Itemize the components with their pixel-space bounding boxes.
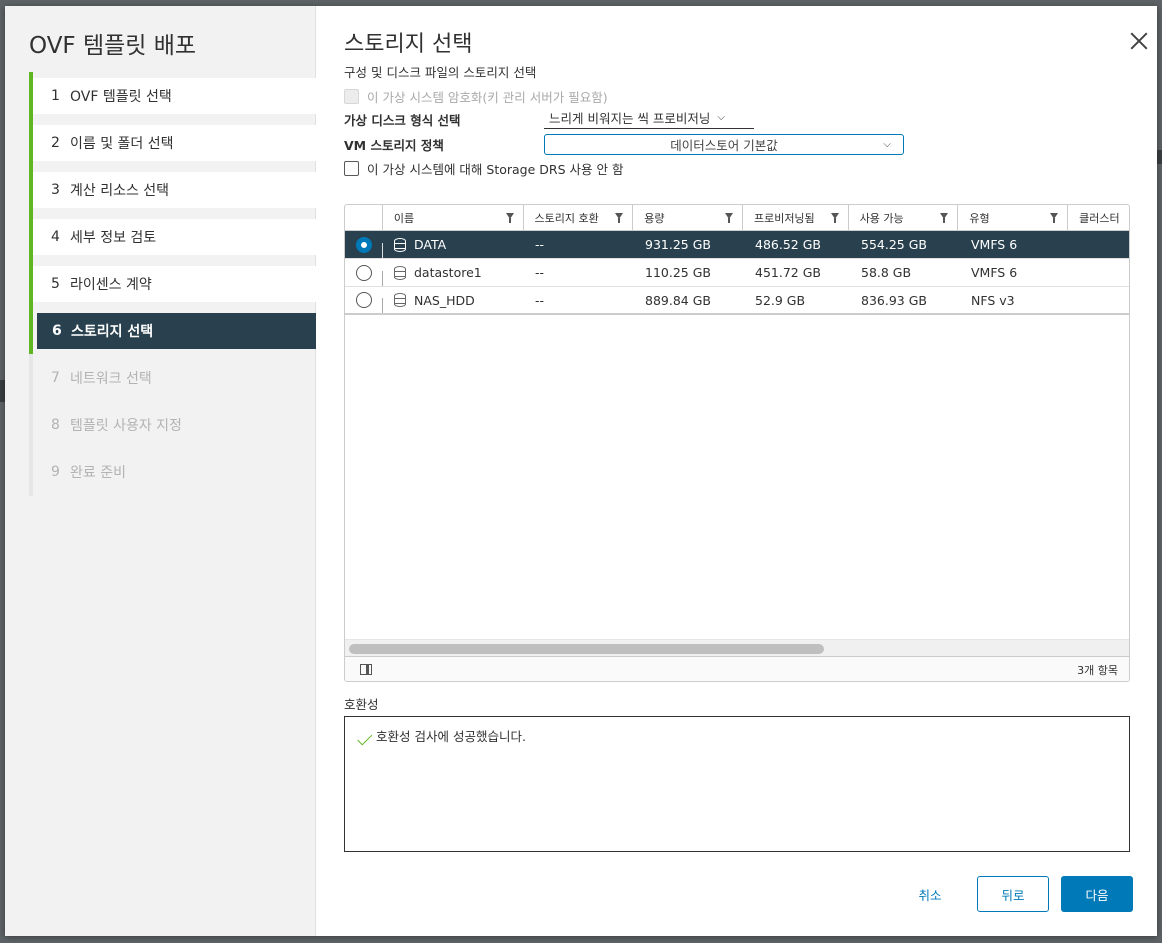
datastore-name: DATA: [414, 237, 447, 252]
capacity-cell: 110.25 GB: [645, 265, 711, 280]
step-9: 9 완료 준비: [29, 448, 316, 496]
table-row[interactable]: NAS_HDD -- 889.84 GB 52.9 GB 836.93 GB N…: [345, 287, 1129, 315]
table-row[interactable]: DATA -- 931.25 GB 486.52 GB 554.25 GB VM…: [345, 231, 1129, 259]
column-header-type[interactable]: 유형: [958, 205, 1069, 230]
datastore-name: NAS_HDD: [414, 292, 475, 308]
step-label: 템플릿 사용자 지정: [70, 418, 182, 434]
select-column-header: [345, 205, 383, 230]
provisioned-cell: 451.72 GB: [755, 265, 821, 280]
disable-drs-label: 이 가상 시스템에 대해 Storage DRS 사용 안 함: [367, 162, 624, 177]
step-4[interactable]: 4 세부 정보 검토: [29, 213, 316, 261]
step-2[interactable]: 2 이름 및 폴더 선택: [29, 119, 316, 167]
column-header-cluster[interactable]: 클러스터: [1068, 205, 1129, 230]
close-icon[interactable]: [1130, 32, 1148, 50]
encrypt-vm-label: 이 가상 시스템 암호화(키 관리 서버가 필요함): [367, 90, 608, 105]
deploy-ovf-dialog: OVF 템플릿 배포 1 OVF 템플릿 선택 2 이름 및 폴더 선택 3 계산 리…: [5, 6, 1157, 936]
column-header-name[interactable]: 이름: [383, 205, 524, 230]
compatibility-label: 호환성: [344, 697, 379, 712]
column-header-capacity[interactable]: 용량: [633, 205, 743, 230]
free-cell: 58.8 GB: [861, 265, 912, 280]
datastore-icon: [394, 293, 406, 307]
step-3[interactable]: 3 계산 리소스 선택: [29, 166, 316, 214]
filter-icon[interactable]: [830, 213, 839, 223]
type-cell: VMFS 6: [971, 237, 1018, 252]
compatibility-box: 호환성 검사에 성공했습니다.: [344, 716, 1130, 852]
step-label: OVF 템플릿 선택: [70, 89, 172, 105]
step-8: 8 템플릿 사용자 지정: [29, 401, 316, 449]
step-5[interactable]: 5 라이센스 계약: [29, 260, 316, 308]
step-label: 세부 정보 검토: [70, 230, 157, 246]
filter-icon[interactable]: [724, 213, 733, 223]
storage-policy-value: 데이터스토어 기본값: [670, 138, 778, 153]
column-toggle-icon[interactable]: [360, 664, 372, 675]
back-button[interactable]: 뒤로: [977, 876, 1049, 912]
item-count: 3개 항목: [1077, 663, 1118, 677]
compat-cell: --: [535, 265, 545, 280]
wizard-steps: 1 OVF 템플릿 선택 2 이름 및 폴더 선택 3 계산 리소스 선택 4 세부 정…: [29, 72, 316, 501]
disable-drs-checkbox[interactable]: [344, 161, 359, 176]
row-radio[interactable]: [356, 292, 372, 308]
wizard-sidebar: OVF 템플릿 배포 1 OVF 템플릿 선택 2 이름 및 폴더 선택 3 계산 리…: [5, 6, 316, 936]
storage-policy-label: VM 스토리지 정책: [344, 138, 444, 153]
storage-policy-select[interactable]: 데이터스토어 기본값 ⌵: [544, 134, 904, 155]
grid-footer: 3개 항목: [345, 656, 1129, 681]
capacity-cell: 931.25 GB: [645, 237, 711, 252]
filter-icon[interactable]: [1050, 213, 1059, 223]
scrollbar-thumb[interactable]: [349, 644, 824, 654]
disk-format-value: 느리게 비워지는 씩 프로비저닝: [549, 111, 711, 126]
step-label: 계산 리소스 선택: [70, 183, 170, 199]
encrypt-vm-checkbox-row: 이 가상 시스템 암호화(키 관리 서버가 필요함): [344, 87, 608, 106]
step-label: 라이센스 계약: [70, 277, 152, 293]
chevron-down-icon: ⌵: [883, 139, 891, 150]
datastore-name: datastore1: [414, 265, 482, 280]
column-header-provisioned[interactable]: 프로비저닝됨: [743, 205, 849, 230]
datastore-grid: 이름 스토리지 호환 용량 프로비저닝됨 사용 가능 유형 클러스터 DATA …: [344, 204, 1130, 682]
encrypt-vm-checkbox: [344, 89, 359, 104]
disk-format-select[interactable]: 느리게 비워지는 씩 프로비저닝 ⌵: [544, 107, 754, 129]
column-header-compat[interactable]: 스토리지 호환: [524, 205, 634, 230]
provisioned-cell: 52.9 GB: [755, 292, 806, 308]
free-cell: 554.25 GB: [861, 237, 927, 252]
filter-icon[interactable]: [505, 213, 514, 223]
column-header-free[interactable]: 사용 가능: [849, 205, 959, 230]
grid-header: 이름 스토리지 호환 용량 프로비저닝됨 사용 가능 유형 클러스터: [345, 205, 1129, 231]
row-radio[interactable]: [356, 236, 372, 253]
check-icon: [356, 731, 371, 741]
page-subtitle: 구성 및 디스크 파일의 스토리지 선택: [344, 65, 537, 80]
wizard-title: OVF 템플릿 배포: [29, 33, 197, 59]
page-title: 스토리지 선택: [344, 32, 473, 57]
free-cell: 836.93 GB: [861, 292, 927, 308]
step-6-active[interactable]: 6 스토리지 선택: [29, 307, 316, 355]
provisioned-cell: 486.52 GB: [755, 237, 821, 252]
horizontal-scrollbar[interactable]: [345, 639, 1129, 656]
compat-cell: --: [535, 292, 545, 308]
type-cell: VMFS 6: [971, 265, 1018, 280]
type-cell: NFS v3: [971, 292, 1015, 308]
cancel-button[interactable]: 취소: [894, 876, 966, 912]
step-label: 완료 준비: [70, 465, 126, 481]
compatibility-message: 호환성 검사에 성공했습니다.: [376, 729, 526, 744]
row-radio[interactable]: [356, 264, 372, 281]
step-label: 네트워크 선택: [70, 371, 152, 387]
datastore-icon: [394, 265, 406, 280]
disk-format-label: 가상 디스크 형식 선택: [344, 113, 461, 128]
step-label: 이름 및 폴더 선택: [70, 136, 174, 152]
compat-cell: --: [535, 237, 545, 252]
next-button[interactable]: 다음: [1061, 876, 1133, 912]
step-1[interactable]: 1 OVF 템플릿 선택: [29, 72, 316, 120]
datastore-icon: [394, 237, 406, 252]
main-panel: 스토리지 선택 구성 및 디스크 파일의 스토리지 선택 이 가상 시스템 암호…: [344, 6, 1133, 936]
step-label: 스토리지 선택: [71, 324, 154, 340]
table-row[interactable]: datastore1 -- 110.25 GB 451.72 GB 58.8 G…: [345, 259, 1129, 287]
step-7: 7 네트워크 선택: [29, 354, 316, 402]
filter-icon[interactable]: [615, 213, 624, 223]
capacity-cell: 889.84 GB: [645, 292, 711, 308]
disable-drs-checkbox-row[interactable]: 이 가상 시스템에 대해 Storage DRS 사용 안 함: [344, 159, 623, 178]
chevron-down-icon: ⌵: [717, 112, 726, 123]
filter-icon[interactable]: [940, 213, 949, 223]
